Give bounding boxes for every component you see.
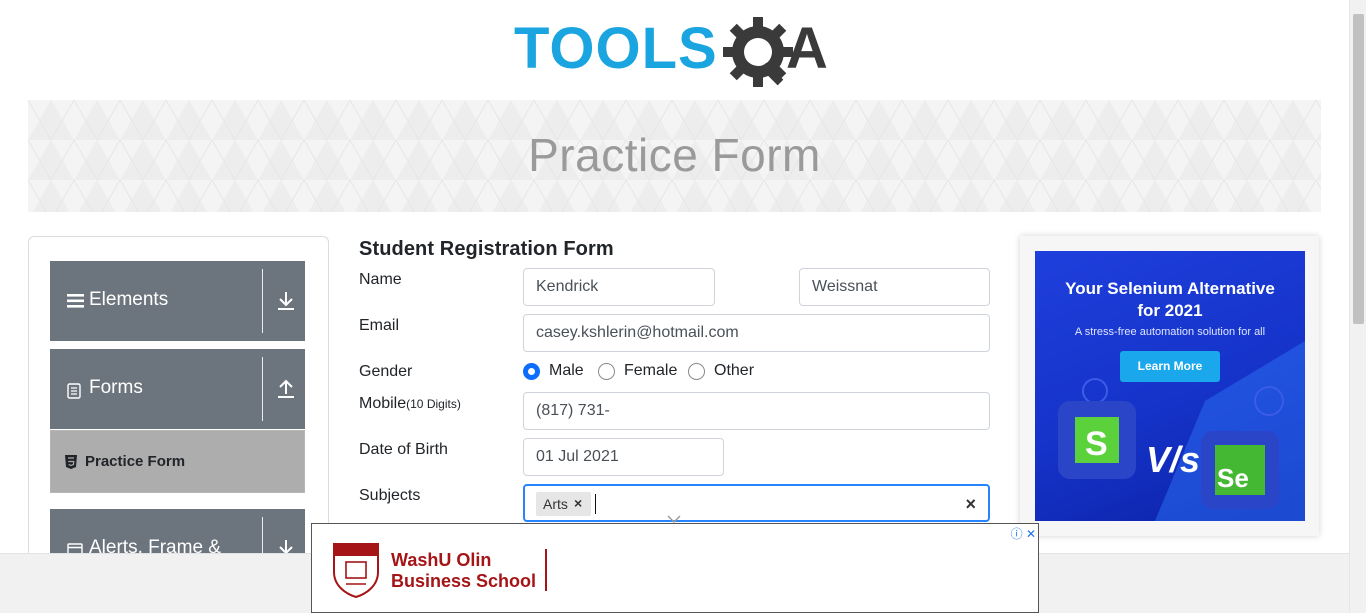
- sidebar-item-practice-form[interactable]: Practice Form: [50, 430, 305, 493]
- ad-headline: Your Selenium Alternative for 2021: [1035, 278, 1305, 322]
- divider: [262, 269, 263, 333]
- page-banner: Practice Form: [28, 100, 1321, 212]
- document-icon: [67, 383, 81, 404]
- date-of-birth-input[interactable]: 01 Jul 2021: [523, 438, 724, 476]
- form-title: Student Registration Form: [359, 238, 614, 260]
- page-scrollbar[interactable]: [1349, 0, 1366, 613]
- divider: [262, 357, 263, 421]
- remove-chip-icon[interactable]: ×: [574, 495, 582, 511]
- sidebar-group-label: Elements: [89, 289, 169, 310]
- gender-option-label: Other: [714, 362, 755, 379]
- ad-subtext: A stress-free automation solution for al…: [1074, 326, 1266, 338]
- ad-title-line1: WashU Olin: [391, 550, 492, 570]
- bottom-ad-banner[interactable]: WashU Olin Business School ⓘ ✕: [311, 523, 1039, 613]
- name-label: Name: [359, 271, 402, 288]
- mobile-input[interactable]: (817) 731-: [523, 392, 990, 430]
- ad-vs-text: V/s: [1146, 439, 1201, 480]
- radio-unchecked-icon[interactable]: [688, 362, 705, 380]
- ad-headline-line2: for 2021: [1137, 301, 1203, 320]
- download-arrow-icon: [277, 291, 295, 316]
- sidebar-group-label: Forms: [89, 377, 143, 398]
- gender-option-label: Male: [549, 362, 584, 379]
- first-name-input[interactable]: Kendrick: [523, 268, 715, 306]
- subject-chip: Arts ×: [536, 492, 591, 516]
- ad-title: WashU Olin Business School: [391, 550, 536, 592]
- adchoices-icon[interactable]: ⓘ ✕: [1011, 525, 1036, 542]
- dob-label: Date of Birth: [359, 441, 448, 458]
- email-label: Email: [359, 317, 400, 334]
- gender-radio-other[interactable]: Other: [688, 362, 754, 380]
- sidebar-item-label: Practice Form: [85, 453, 186, 470]
- subject-chip-label: Arts: [543, 496, 568, 512]
- sidebar: Elements Forms Practice Form Alerts, Fra…: [28, 236, 329, 566]
- mobile-label-text: Mobile: [359, 395, 407, 412]
- radio-checked-icon[interactable]: [523, 362, 540, 380]
- logo-text-qa: A: [786, 16, 828, 81]
- sidebar-group-forms[interactable]: Forms: [50, 349, 305, 429]
- page-title: Practice Form: [528, 129, 821, 181]
- subjects-input[interactable]: Arts × ×: [523, 484, 990, 523]
- ad-title-line2: Business School: [391, 571, 537, 591]
- email-input[interactable]: casey.kshlerin@hotmail.com: [523, 314, 990, 352]
- gender-radio-male[interactable]: Male: [523, 362, 584, 380]
- scrollbar-thumb[interactable]: [1353, 14, 1364, 324]
- last-name-input[interactable]: Weissnat: [799, 268, 990, 306]
- ad-learn-more-button[interactable]: Learn More: [1120, 351, 1220, 382]
- toolsqa-logo[interactable]: TOOLS A: [514, 14, 838, 92]
- sidebar-group-elements[interactable]: Elements: [50, 261, 305, 341]
- mobile-label: Mobile(10 Digits): [359, 395, 461, 413]
- radio-unchecked-icon[interactable]: [598, 362, 615, 380]
- hamburger-icon: [67, 294, 84, 313]
- gender-label: Gender: [359, 363, 413, 380]
- gear-icon: [723, 17, 793, 87]
- gender-radio-female[interactable]: Female: [598, 362, 677, 380]
- right-ad-banner[interactable]: Your Selenium Alternative for 2021 A str…: [1035, 251, 1305, 521]
- washu-shield-icon: [333, 543, 379, 598]
- text-caret: [595, 494, 596, 514]
- ad-divider: [545, 549, 547, 591]
- upload-arrow-icon: [277, 379, 295, 404]
- ad-headline-line1: Your Selenium Alternative: [1065, 279, 1275, 298]
- html5-icon: [65, 455, 77, 474]
- logo-text-tools: TOOLS: [514, 16, 718, 81]
- clear-icon[interactable]: ×: [965, 494, 976, 515]
- mobile-hint: (10 Digits): [406, 397, 461, 411]
- gender-option-label: Female: [624, 362, 678, 379]
- subjects-label: Subjects: [359, 487, 421, 504]
